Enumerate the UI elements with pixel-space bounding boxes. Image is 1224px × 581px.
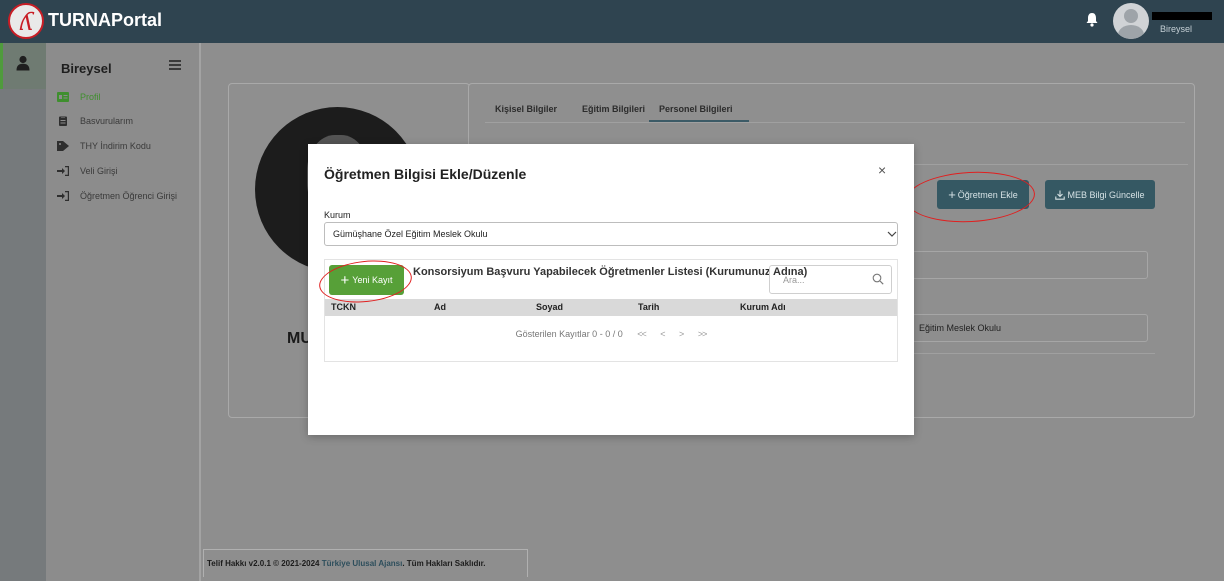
bell-icon[interactable] (1085, 12, 1099, 27)
search-icon[interactable] (872, 273, 884, 285)
person-icon (16, 55, 30, 71)
hamburger-menu-icon[interactable] (169, 60, 181, 70)
sign-in-icon (57, 166, 69, 176)
sidebar-item-label: Profil (80, 92, 101, 102)
footer-copyright: Telif Hakkı v2.0.1 © 2021-2024 (207, 559, 320, 568)
brand-title[interactable]: TURNAPortal (48, 10, 162, 31)
sidebar: Bireysel Profil Basvurularım THY İndirim… (46, 43, 201, 581)
column-soyad[interactable]: Soyad (536, 302, 563, 312)
sign-in-icon (57, 191, 69, 201)
turna-logo-icon[interactable]: ʎ (8, 3, 44, 39)
sidebar-item-profil[interactable]: Profil (57, 89, 101, 105)
ogretmen-ekle-button[interactable]: + Öğretmen Ekle (937, 180, 1029, 209)
sidebar-item-veli-girisi[interactable]: Veli Girişi (57, 163, 118, 179)
tab-divider (485, 122, 1185, 123)
search-input[interactable]: Ara... (769, 265, 892, 294)
tab-kisisel-bilgiler[interactable]: Kişisel Bilgiler (495, 104, 557, 114)
kurum-select-value: Gümüşhane Özel Eğitim Meslek Okulu (333, 229, 488, 239)
pagination: Gösterilen Kayıtlar 0 - 0 / 0 << < > >> (325, 329, 897, 339)
clipboard-icon (59, 116, 67, 126)
section-divider (913, 353, 1155, 354)
ogretmen-ekle-label: Öğretmen Ekle (957, 189, 1018, 200)
strip-item-bireysel[interactable] (0, 43, 46, 89)
sidebar-item-label: Öğretmen Öğrenci Girişi (80, 191, 178, 201)
sidebar-item-label: Veli Girişi (80, 166, 118, 176)
plus-icon: + (340, 271, 350, 289)
yeni-kayit-label: Yeni Kayıt (352, 275, 393, 285)
close-icon[interactable]: × (878, 162, 886, 178)
pager-last-button[interactable]: >> (698, 329, 707, 339)
user-name-redacted (1152, 12, 1212, 20)
meb-bilgi-guncelle-label: MEB Bilgi Güncelle (1067, 189, 1145, 200)
sidebar-item-thy[interactable]: THY İndirim Kodu (57, 138, 151, 154)
column-ad[interactable]: Ad (434, 302, 446, 312)
column-tckn[interactable]: TCKN (331, 302, 356, 312)
pager-first-button[interactable]: << (637, 329, 646, 339)
sidebar-title: Bireysel (61, 61, 112, 76)
tab-personel-bilgileri[interactable]: Personel Bilgileri (659, 104, 733, 114)
table-header: TCKN Ad Soyad Tarih Kurum Adı (325, 299, 897, 316)
user-role: Bireysel (1160, 24, 1193, 34)
tag-icon (57, 141, 69, 151)
background-okul-field[interactable]: Eğitim Meslek Okulu (912, 314, 1148, 342)
sidebar-item-label: Basvurularım (80, 116, 134, 126)
column-tarih[interactable]: Tarih (638, 302, 659, 312)
pager-prev-button[interactable]: < (660, 329, 665, 339)
pager-next-button[interactable]: > (679, 329, 684, 339)
ogretmen-bilgisi-modal: Öğretmen Bilgisi Ekle/Düzenle × Kurum Gü… (308, 144, 914, 435)
tab-egitim-bilgileri[interactable]: Eğitim Bilgileri (582, 104, 645, 114)
footer-link[interactable]: Türkiye Ulusal Ajansı (322, 559, 403, 568)
sidebar-item-ogretmen-ogrenci-girisi[interactable]: Öğretmen Öğrenci Girişi (57, 188, 177, 204)
id-card-icon (57, 92, 69, 102)
modal-title: Öğretmen Bilgisi Ekle/Düzenle (324, 166, 527, 182)
sidebar-item-label: THY İndirim Kodu (80, 141, 151, 151)
kurum-select[interactable]: Gümüşhane Özel Eğitim Meslek Okulu (324, 222, 898, 246)
left-icon-strip (0, 43, 46, 581)
meb-bilgi-guncelle-button[interactable]: MEB Bilgi Güncelle (1045, 180, 1155, 209)
background-okul-value: Eğitim Meslek Okulu (919, 323, 1002, 333)
footer-rights: . Tüm Hakları Saklıdır. (402, 559, 486, 568)
footer: Telif Hakkı v2.0.1 © 2021-2024 Türkiye U… (203, 549, 528, 577)
background-field[interactable] (912, 251, 1148, 279)
plus-icon: + (948, 187, 956, 202)
section-divider (913, 164, 1188, 165)
pager-summary: Gösterilen Kayıtlar 0 - 0 / 0 (515, 329, 623, 339)
sidebar-item-basvurularim[interactable]: Basvurularım (57, 113, 133, 129)
top-bar: ʎ TURNAPortal Bireysel (0, 0, 1224, 43)
kurum-label: Kurum (324, 210, 351, 220)
list-title: Konsorsiyum Başvuru Yapabilecek Öğretmen… (413, 266, 808, 278)
search-placeholder: Ara... (783, 274, 805, 285)
chevron-down-icon (887, 231, 897, 237)
user-avatar[interactable] (1113, 3, 1149, 39)
column-kurum-adi[interactable]: Kurum Adı (740, 302, 786, 312)
yeni-kayit-button[interactable]: + Yeni Kayıt (329, 265, 404, 295)
download-icon (1055, 190, 1066, 200)
